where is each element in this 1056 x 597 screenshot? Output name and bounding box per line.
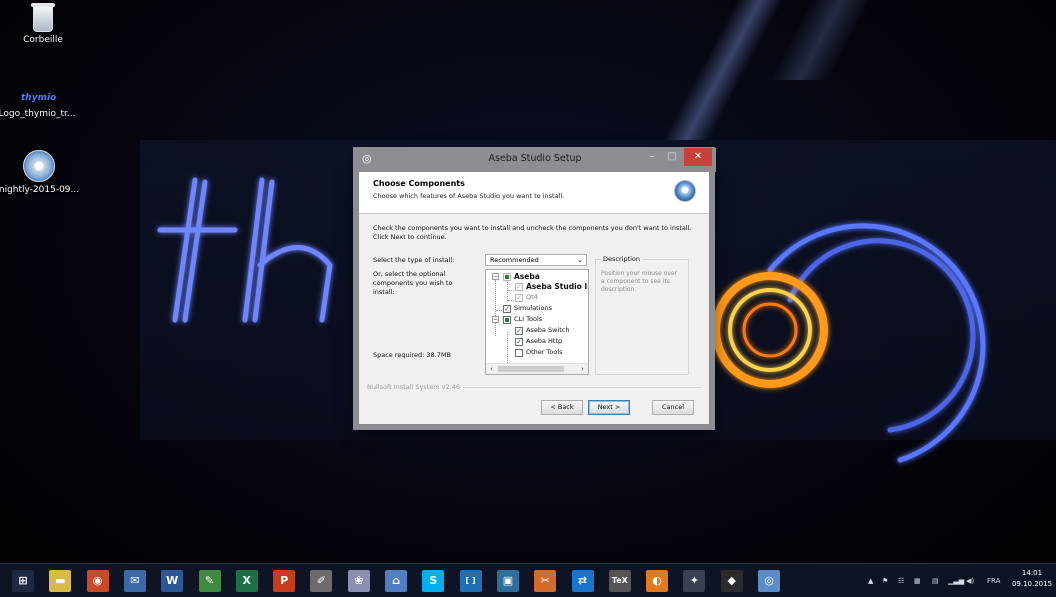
chevron-down-icon: ⌄ — [577, 256, 583, 264]
taskbar-paint-icon[interactable]: ❀ — [347, 570, 370, 592]
component-label-aseba-studio: Aseba Studio II — [526, 282, 589, 291]
taskbar-powerpoint-icon[interactable]: P — [273, 570, 296, 592]
optional-components-label: Or, select the optional components you w… — [373, 270, 453, 296]
language-indicator[interactable]: FRA — [987, 564, 1000, 597]
instructions-text: Check the components you want to install… — [373, 224, 692, 241]
taskbar-inkscape-2-icon[interactable]: ◆ — [720, 570, 743, 592]
component-label-aseba-switch: Aseba Switch — [526, 326, 570, 334]
taskbar-word-icon[interactable]: W — [161, 570, 184, 592]
component-checkbox-aseba[interactable] — [503, 273, 511, 281]
desktop-icon-recycle-bin[interactable]: Corbeille — [0, 3, 86, 45]
description-text: Position your mouse over a component to … — [601, 270, 678, 293]
desktop-icon-thymio-logo[interactable]: thymio Logo_thymio_tr... — [0, 90, 80, 119]
taskbar-firefox-icon[interactable]: ◐ — [646, 570, 669, 592]
description-group: Description Position your mouse over a c… — [595, 255, 689, 375]
component-label-aseba: Aseba — [514, 272, 540, 281]
taskbar-file-explorer-icon[interactable]: ▬ — [49, 570, 72, 592]
show-hidden-icons-icon[interactable]: ▲ — [868, 564, 873, 597]
desktop-icon-label: Logo_thymio_tr... — [0, 109, 76, 119]
branding-text: Nullsoft Install System v2.46 — [367, 383, 464, 391]
taskbar-brackets-icon[interactable]: [ ] — [459, 570, 482, 592]
taskbar-latex-icon[interactable]: TeX — [608, 570, 631, 592]
tree-horizontal-scrollbar[interactable]: ‹ › — [486, 363, 588, 374]
tree-line — [507, 281, 508, 301]
component-label-simulations: Simulations — [514, 304, 553, 312]
component-checkbox-qt4[interactable]: ✓ — [515, 294, 523, 302]
taskbar-network-icon[interactable]: ⌂ — [385, 570, 407, 592]
setup-dialog: ◎ Aseba Studio Setup – □ ✕ Choose Compon… — [354, 148, 716, 425]
desktop-icon-label: nightly-2015-09... — [0, 185, 80, 195]
components-tree[interactable]: − Aseba ✓ Aseba Studio II ✓ Qt4 ✓ Simula… — [485, 269, 589, 375]
scroll-left-icon[interactable]: ‹ — [486, 364, 497, 374]
scroll-right-icon[interactable]: › — [577, 364, 588, 374]
component-checkbox-aseba-http[interactable]: ✓ — [515, 338, 523, 346]
volume-icon[interactable]: ◀) — [966, 564, 974, 597]
close-button[interactable]: ✕ — [684, 148, 712, 166]
desktop-icon-label: Corbeille — [23, 35, 63, 45]
component-checkbox-other-tools[interactable] — [515, 349, 523, 357]
taskbar-inkscape-icon[interactable]: ✐ — [310, 570, 333, 592]
cancel-button[interactable]: Cancel — [652, 400, 694, 415]
grid-tray-icon[interactable]: ▤ — [932, 564, 939, 597]
taskbar-game-icon[interactable]: ✦ — [683, 570, 706, 592]
install-type-label: Select the type of install: — [373, 256, 455, 264]
description-title: Description — [601, 255, 643, 263]
clock[interactable]: 14:01 09.10.2015 — [1010, 568, 1054, 590]
desktop-icon-nightly-installer[interactable]: nightly-2015-09... — [0, 150, 82, 195]
space-required-label: Space required: 38.7MB — [373, 351, 451, 359]
next-button[interactable]: Next > — [588, 400, 630, 415]
tree-line — [496, 310, 502, 311]
clock-time: 14:01 — [1021, 569, 1043, 577]
component-checkbox-cli-tools[interactable] — [503, 316, 511, 324]
thymio-logo-icon: thymio — [21, 93, 57, 103]
taskbar-publisher-icon[interactable]: ✎ — [198, 570, 221, 592]
taskbar-chrome-icon[interactable]: ◉ — [86, 570, 109, 592]
taskbar: ⊞ ▬ ◉ ✉ W ✎ X P ✐ ❀ ⌂ S[ ] ▣ ✂ ⇄ TeX ◐ ✦ ◆ ◎ ▲ ⚑ ☷ ▦ ▤ ▁▃▅ … — [0, 563, 1056, 597]
tree-line — [508, 300, 514, 301]
taskbar-terminal-icon[interactable]: ▣ — [496, 570, 519, 592]
tree-line — [508, 290, 514, 291]
back-button[interactable]: < Back — [541, 400, 583, 415]
install-type-select[interactable]: Recommended ⌄ — [485, 254, 587, 266]
network-tray-icon[interactable]: ☷ — [898, 564, 904, 597]
header-title: Choose Components — [373, 179, 465, 188]
collapse-toggle[interactable]: − — [492, 316, 499, 323]
taskbar-skype-icon[interactable]: S — [422, 570, 445, 592]
component-checkbox-aseba-switch[interactable]: ✓ — [515, 327, 523, 335]
component-label-other-tools: Other Tools — [526, 348, 563, 356]
device-tray-icon[interactable]: ▦ — [914, 564, 921, 597]
component-label-qt4: Qt4 — [526, 293, 538, 301]
taskbar-teamviewer-icon[interactable]: ⇄ — [571, 570, 594, 592]
signal-icon[interactable]: ▁▃▅ — [948, 564, 964, 597]
tree-line — [495, 280, 496, 336]
component-checkbox-aseba-studio[interactable]: ✓ — [515, 283, 523, 291]
taskbar-gimp-icon[interactable]: ✂ — [534, 570, 557, 592]
taskbar-excel-icon[interactable]: X — [235, 570, 258, 592]
header-subtitle: Choose which features of Aseba Studio yo… — [373, 192, 565, 200]
dialog-titlebar[interactable]: ◎ Aseba Studio Setup – □ ✕ — [354, 148, 716, 172]
installer-disc-icon — [23, 150, 55, 182]
install-type-value: Recommended — [490, 256, 539, 264]
dialog-header: Choose Components Choose which features … — [359, 172, 709, 214]
action-center-flag-icon[interactable]: ⚑ — [882, 564, 888, 597]
recycle-bin-icon — [31, 3, 55, 32]
aseba-logo-icon — [674, 180, 696, 202]
taskbar-aseba-setup-icon[interactable]: ◎ — [758, 570, 780, 592]
component-label-cli-tools: CLI Tools — [514, 315, 543, 323]
maximize-button[interactable]: □ — [662, 148, 682, 166]
scrollbar-thumb[interactable] — [498, 366, 564, 372]
clock-date: 09.10.2015 — [1011, 580, 1053, 588]
taskbar-start-icon[interactable]: ⊞ — [12, 570, 34, 592]
minimize-button[interactable]: – — [642, 148, 662, 166]
component-checkbox-simulations[interactable]: ✓ — [503, 305, 511, 313]
taskbar-thunderbird-icon[interactable]: ✉ — [123, 570, 146, 592]
collapse-toggle[interactable]: − — [492, 273, 499, 280]
component-label-aseba-http: Aseba Http — [526, 337, 563, 345]
